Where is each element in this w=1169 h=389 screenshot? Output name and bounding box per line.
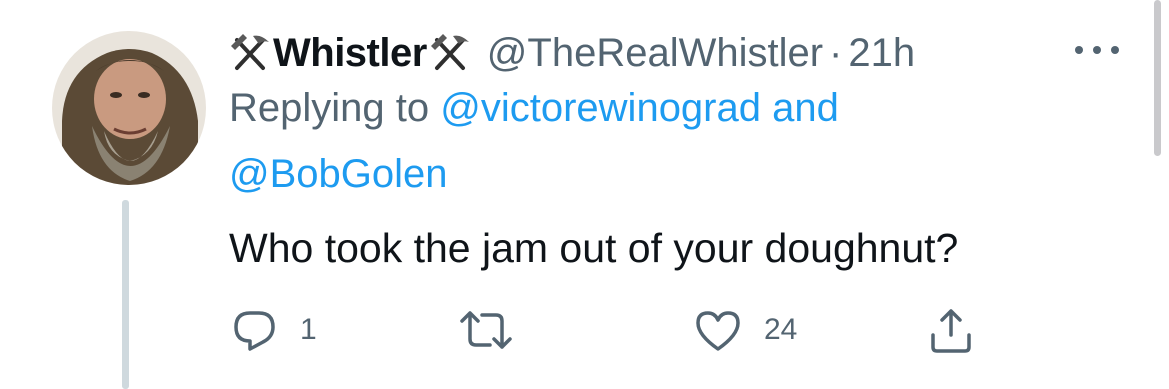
tweet-header: Whistler @TheRealWhistler · 21h bbox=[229, 27, 915, 79]
tweet-timestamp[interactable]: 21h bbox=[848, 31, 915, 76]
author-name[interactable]: Whistler bbox=[273, 31, 427, 76]
hammer-and-pick-icon bbox=[229, 32, 271, 74]
more-options-button[interactable] bbox=[1070, 38, 1124, 62]
like-count: 24 bbox=[764, 313, 798, 346]
reply-button[interactable]: 1 bbox=[232, 300, 317, 360]
author-handle[interactable]: @TheRealWhistler bbox=[487, 31, 823, 76]
reply-and-label: and bbox=[772, 86, 839, 130]
avatar-image bbox=[52, 31, 206, 185]
replying-to-line-2: @BobGolen bbox=[229, 152, 448, 197]
like-button[interactable]: 24 bbox=[694, 300, 797, 360]
scrollbar[interactable] bbox=[1154, 0, 1161, 156]
replying-to-line: Replying to @victorewinograd and bbox=[229, 86, 839, 131]
hammer-and-pick-icon bbox=[429, 32, 471, 74]
reply-count: 1 bbox=[300, 313, 317, 346]
retweet-icon bbox=[460, 311, 512, 349]
reply-mention-1[interactable]: @victorewinograd bbox=[440, 86, 761, 130]
reply-mention-2[interactable]: @BobGolen bbox=[229, 152, 448, 196]
tweet-text: Who took the jam out of your doughnut? bbox=[229, 225, 959, 271]
separator-dot: · bbox=[829, 30, 843, 75]
tweet: Whistler @TheRealWhistler · 21h Replying… bbox=[0, 0, 1169, 389]
more-icon bbox=[1075, 46, 1119, 54]
retweet-button[interactable] bbox=[458, 300, 536, 360]
share-icon bbox=[931, 309, 971, 353]
avatar[interactable] bbox=[52, 31, 206, 185]
reply-icon bbox=[234, 311, 275, 351]
tweet-actions: 1 24 bbox=[0, 300, 1169, 360]
thread-line bbox=[122, 200, 129, 389]
share-button[interactable] bbox=[928, 300, 996, 360]
heart-icon bbox=[696, 311, 740, 351]
replying-to-label: Replying to bbox=[229, 86, 430, 130]
